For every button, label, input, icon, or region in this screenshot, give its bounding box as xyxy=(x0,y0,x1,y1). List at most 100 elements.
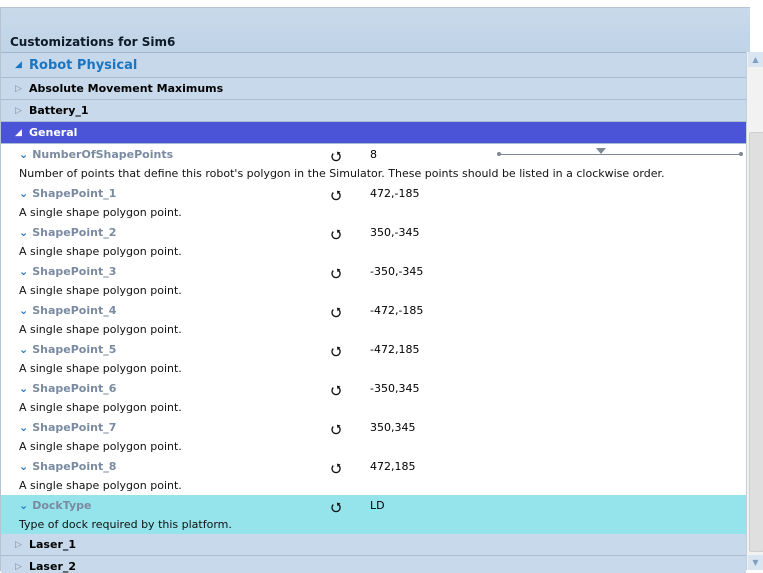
page-title: Customizations for Sim6 xyxy=(10,35,176,49)
property-name[interactable]: ⌄ DockType xyxy=(19,499,91,512)
property-description: A single shape polygon point. xyxy=(19,323,182,336)
chevron-down-icon: ⌄ xyxy=(19,304,29,317)
property-description: A single shape polygon point. xyxy=(19,245,182,258)
group-label: General xyxy=(29,126,78,139)
property-name-label: ShapePoint_1 xyxy=(32,187,117,200)
group-label: Battery_1 xyxy=(29,104,89,117)
property-name[interactable]: ⌄ ShapePoint_8 xyxy=(19,460,116,473)
property-description: A single shape polygon point. xyxy=(19,479,182,492)
property-row[interactable]: ⌄ ShapePoint_7 ⭯ 350,345 xyxy=(1,417,746,437)
property-row[interactable]: ⌄ ShapePoint_4 ⭯ -472,-185 xyxy=(1,300,746,320)
property-value[interactable]: -350,-345 xyxy=(370,265,423,278)
reset-icon[interactable]: ⭯ xyxy=(331,420,341,441)
triangle-right-icon: ▷ xyxy=(15,83,22,94)
property-row[interactable]: ⌄ NumberOfShapePoints ⭯ 8 xyxy=(1,144,746,164)
property-value[interactable]: -472,185 xyxy=(370,343,419,356)
property-row[interactable]: ⌄ ShapePoint_6 ⭯ -350,345 xyxy=(1,378,746,398)
property-name-label: ShapePoint_3 xyxy=(32,265,117,278)
property-description: Number of points that define this robot'… xyxy=(19,167,665,180)
triangle-down-icon: ◢ xyxy=(15,127,22,138)
reset-icon[interactable]: ⭯ xyxy=(331,303,341,324)
property-row[interactable]: ⌄ ShapePoint_8 ⭯ 472,185 xyxy=(1,456,746,476)
chevron-down-icon: ⌄ xyxy=(19,265,29,278)
group-general[interactable]: ◢ General xyxy=(1,122,746,144)
property-row-selected[interactable]: ⌄ DockType ⭯ LD xyxy=(1,495,746,515)
chevron-down-icon: ⌄ xyxy=(19,499,29,512)
group-label: Laser_1 xyxy=(29,538,77,551)
reset-icon[interactable]: ⭯ xyxy=(331,186,341,207)
property-value[interactable]: 472,185 xyxy=(370,460,416,473)
group-laser-1[interactable]: ▷ Laser_1 xyxy=(1,534,746,556)
property-name[interactable]: ⌄ ShapePoint_4 xyxy=(19,304,116,317)
property-value[interactable]: 472,-185 xyxy=(370,187,419,200)
vertical-scrollbar[interactable]: ▲ ▼ xyxy=(746,52,763,570)
slider-min-marker xyxy=(497,152,501,156)
property-name-label: ShapePoint_5 xyxy=(32,343,117,356)
property-name[interactable]: ⌄ ShapePoint_3 xyxy=(19,265,116,278)
group-absolute-movement-maximums[interactable]: ▷ Absolute Movement Maximums xyxy=(1,78,746,100)
group-laser-2[interactable]: ▷ Laser_2 xyxy=(1,556,746,573)
property-value[interactable]: -350,345 xyxy=(370,382,419,395)
property-value[interactable]: LD xyxy=(370,499,385,512)
scroll-up-button[interactable]: ▲ xyxy=(748,52,763,67)
property-name[interactable]: ⌄ NumberOfShapePoints xyxy=(19,148,173,161)
property-value[interactable]: 350,-345 xyxy=(370,226,419,239)
property-name-label: ShapePoint_4 xyxy=(32,304,117,317)
reset-icon[interactable]: ⭯ xyxy=(331,381,341,402)
property-value[interactable]: -472,-185 xyxy=(370,304,423,317)
triangle-right-icon: ▷ xyxy=(15,561,22,572)
reset-icon[interactable]: ⭯ xyxy=(331,342,341,363)
chevron-down-icon: ⌄ xyxy=(19,421,29,434)
property-row[interactable]: ⌄ ShapePoint_5 ⭯ -472,185 xyxy=(1,339,746,359)
property-name-label: ShapePoint_8 xyxy=(32,460,117,473)
scroll-down-button[interactable]: ▼ xyxy=(748,555,763,570)
chevron-down-icon: ⌄ xyxy=(19,382,29,395)
panel-header: Customizations for Sim6 xyxy=(1,8,750,53)
property-description: Type of dock required by this platform. xyxy=(1,515,746,534)
triangle-down-icon: ◢ xyxy=(15,60,22,70)
section-label: Robot Physical xyxy=(29,57,138,73)
property-row[interactable]: ⌄ ShapePoint_1 ⭯ 472,-185 xyxy=(1,183,746,203)
scrollbar-thumb[interactable] xyxy=(749,132,763,552)
group-label: Absolute Movement Maximums xyxy=(29,82,224,95)
slider-thumb[interactable] xyxy=(596,148,606,154)
chevron-down-icon: ⌄ xyxy=(19,460,29,473)
property-value[interactable]: 8 xyxy=(370,148,377,161)
section-robot-physical[interactable]: ◢ Robot Physical xyxy=(1,53,746,78)
property-name-label: ShapePoint_7 xyxy=(32,421,117,434)
property-name[interactable]: ⌄ ShapePoint_2 xyxy=(19,226,116,239)
group-battery-1[interactable]: ▷ Battery_1 xyxy=(1,100,746,122)
reset-icon[interactable]: ⭯ xyxy=(331,459,341,480)
reset-icon[interactable]: ⭯ xyxy=(331,264,341,285)
chevron-down-icon: ⌄ xyxy=(19,343,29,356)
value-slider[interactable] xyxy=(497,148,743,156)
property-name[interactable]: ⌄ ShapePoint_7 xyxy=(19,421,116,434)
property-name-label: NumberOfShapePoints xyxy=(32,148,174,161)
property-name[interactable]: ⌄ ShapePoint_1 xyxy=(19,187,116,200)
triangle-right-icon: ▷ xyxy=(15,539,22,550)
group-label: Laser_2 xyxy=(29,560,77,573)
chevron-down-icon: ⌄ xyxy=(19,187,29,200)
property-row[interactable]: ⌄ ShapePoint_3 ⭯ -350,-345 xyxy=(1,261,746,281)
property-list: ◢ Robot Physical ▷ Absolute Movement Max… xyxy=(1,53,746,573)
property-name[interactable]: ⌄ ShapePoint_6 xyxy=(19,382,116,395)
chevron-down-icon: ⌄ xyxy=(19,148,29,161)
reset-icon[interactable]: ⭯ xyxy=(331,147,341,168)
chevron-down-icon: ⌄ xyxy=(19,226,29,239)
property-description: A single shape polygon point. xyxy=(19,206,182,219)
property-name-label: DockType xyxy=(32,499,92,512)
property-name-label: ShapePoint_2 xyxy=(32,226,117,239)
property-description: A single shape polygon point. xyxy=(19,401,182,414)
property-description: A single shape polygon point. xyxy=(19,284,182,297)
triangle-right-icon: ▷ xyxy=(15,105,22,116)
property-name[interactable]: ⌄ ShapePoint_5 xyxy=(19,343,116,356)
property-description: A single shape polygon point. xyxy=(19,440,182,453)
property-description: A single shape polygon point. xyxy=(19,362,182,375)
property-row[interactable]: ⌄ ShapePoint_2 ⭯ 350,-345 xyxy=(1,222,746,242)
slider-max-marker xyxy=(739,152,743,156)
reset-icon[interactable]: ⭯ xyxy=(331,225,341,246)
property-value[interactable]: 350,345 xyxy=(370,421,416,434)
reset-icon[interactable]: ⭯ xyxy=(331,498,341,519)
customizations-panel: Customizations for Sim6 ◢ Robot Physical… xyxy=(0,7,750,573)
property-name-label: ShapePoint_6 xyxy=(32,382,117,395)
